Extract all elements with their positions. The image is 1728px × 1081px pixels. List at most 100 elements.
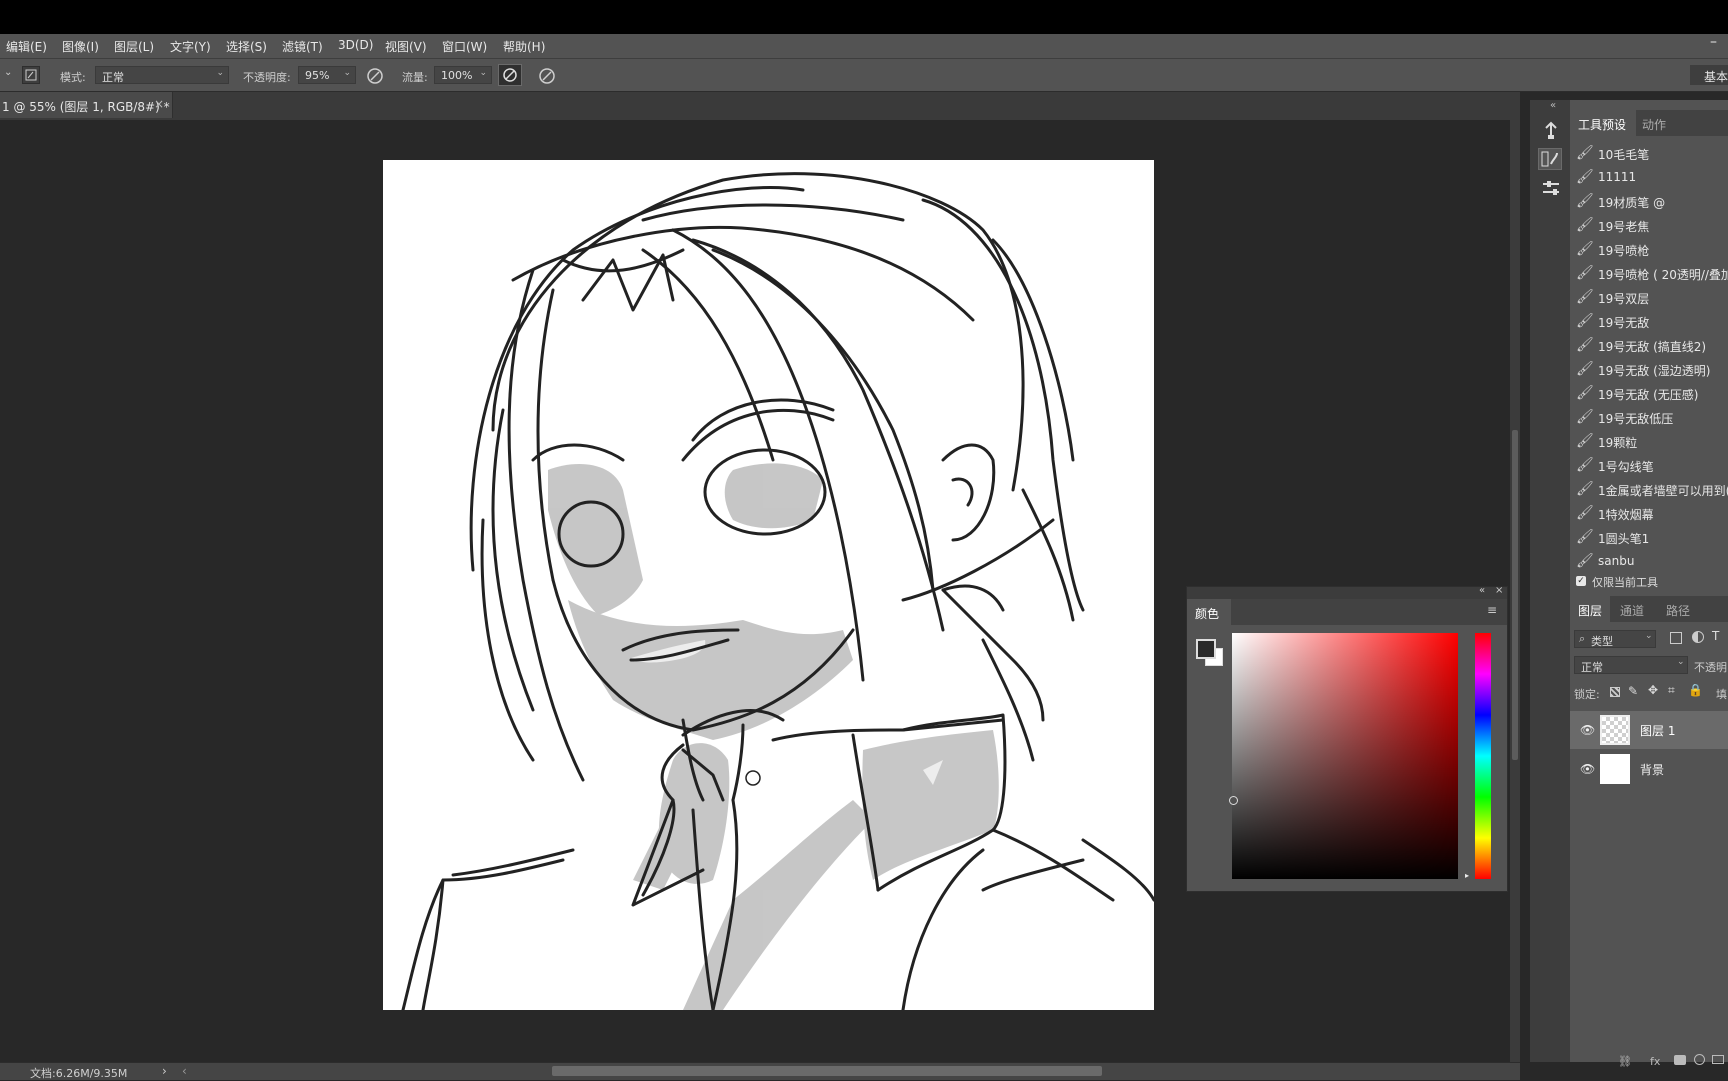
layer-name[interactable]: 背景 [1640, 761, 1664, 778]
pressure-opacity-icon[interactable] [366, 67, 384, 88]
mode-select[interactable]: 正常 ⌄ [95, 66, 229, 84]
horizontal-scroll-thumb[interactable] [552, 1066, 1102, 1076]
filter-pixel-layer-icon[interactable] [1670, 632, 1682, 644]
menu-filter[interactable]: 滤镜(T) [282, 38, 323, 55]
menu-image[interactable]: 图像(I) [62, 38, 99, 55]
lock-artboard-icon[interactable]: ⌗ [1668, 683, 1675, 698]
checkbox-checked-icon[interactable]: ✓ [1576, 576, 1586, 586]
workspace-label: 基本 [1704, 70, 1728, 84]
preset-item[interactable]: 🖌 19号无敌 (搞直线2) [1570, 334, 1728, 358]
document-size: 文档:6.26M/9.35M [30, 1067, 128, 1080]
scroll-left-icon[interactable]: ‹ [182, 1064, 187, 1078]
brush-icon: 🖌 [1576, 313, 1594, 329]
menu-3d[interactable]: 3D(D) [338, 38, 373, 52]
status-menu-chevron-icon[interactable]: › [162, 1064, 167, 1078]
menu-help[interactable]: 帮助(H) [503, 38, 545, 55]
menu-type[interactable]: 文字(Y) [170, 38, 211, 55]
document-tab-title: 1 @ 55% (图层 1, RGB/8#) * [2, 100, 170, 114]
minimize-icon[interactable]: – [1710, 34, 1717, 50]
close-icon[interactable]: × [1495, 585, 1503, 596]
preset-item[interactable]: 🖌 10毛毛笔 [1570, 142, 1728, 166]
lock-pixels-icon[interactable]: ✎ [1628, 684, 1638, 698]
preset-item[interactable]: 🖌 1圆头笔1 [1570, 526, 1728, 550]
layer-row[interactable]: 👁 图层 1 [1570, 711, 1728, 749]
chevron-down-icon: ⌄ [479, 68, 487, 78]
preset-item[interactable]: 🖌 19颗粒 [1570, 430, 1728, 454]
adjust-sliders-icon[interactable] [1540, 178, 1562, 200]
preset-item[interactable]: 🖌 1特效烟幕 [1570, 502, 1728, 526]
preset-item[interactable]: 🖌 1金属或者墙壁可以用到( [1570, 478, 1728, 502]
current-tool-only-option[interactable]: ✓ 仅限当前工具 [1576, 574, 1726, 590]
panel-header-bar[interactable]: « × [1187, 585, 1507, 599]
menu-view[interactable]: 视图(V) [385, 38, 427, 55]
flow-field[interactable]: 100% ⌄ [434, 66, 492, 84]
lock-all-icon[interactable]: 🔒 [1688, 683, 1703, 697]
document-tab[interactable]: 1 @ 55% (图层 1, RGB/8#) * × [0, 92, 173, 118]
preset-item[interactable]: 🖌 11111 [1570, 166, 1728, 190]
preset-item[interactable]: 🖌 1号勾线笔 [1570, 454, 1728, 478]
saturation-brightness-field[interactable] [1229, 633, 1458, 879]
tab-channels[interactable]: 通道 [1620, 602, 1644, 619]
hue-slider[interactable] [1475, 633, 1491, 879]
vertical-scrollbar[interactable] [1510, 120, 1520, 1062]
layer-filter-select[interactable]: ⌕ 类型 ⌄ [1574, 630, 1656, 648]
eye-icon[interactable]: 👁 [1580, 762, 1595, 776]
brush-icon: 🖌 [1576, 505, 1594, 521]
layer-name[interactable]: 图层 1 [1640, 722, 1675, 739]
layer-thumbnail [1600, 754, 1630, 784]
preset-item[interactable]: 🖌 19号无敌低压 [1570, 406, 1728, 430]
tab-layers[interactable]: 图层 [1578, 602, 1602, 619]
collapse-panels-icon[interactable]: « [1550, 100, 1556, 111]
preset-item[interactable]: 🖌 19号老焦 [1570, 214, 1728, 238]
preset-item[interactable]: 🖌 19号喷枪 ( 20透明//叠加 [1570, 262, 1728, 286]
menu-layer[interactable]: 图层(L) [114, 38, 154, 55]
menu-select[interactable]: 选择(S) [226, 38, 267, 55]
brush-presets-icon[interactable] [1538, 148, 1562, 170]
new-adjustment-icon[interactable] [1694, 1054, 1705, 1065]
close-icon[interactable]: × [154, 97, 164, 111]
preset-item[interactable]: 🖌 19号双层 [1570, 286, 1728, 310]
lock-transparent-icon[interactable] [1610, 687, 1620, 697]
tab-tool-presets[interactable]: 工具预设 [1578, 116, 1626, 133]
filter-type-layer-icon[interactable]: T [1712, 629, 1719, 643]
pressure-size-icon[interactable] [538, 67, 556, 88]
brush-icon: 🖌 [1576, 433, 1594, 449]
lock-position-icon[interactable]: ✥ [1648, 683, 1658, 697]
preset-item[interactable]: 🖌 19号无敌 [1570, 310, 1728, 334]
eye-icon[interactable]: 👁 [1580, 723, 1595, 737]
brush-icon: 🖌 [1576, 217, 1594, 233]
tab-actions[interactable]: 动作 [1642, 116, 1666, 133]
fx-icon[interactable]: fx [1650, 1055, 1660, 1068]
collapse-panel-icon[interactable]: « [1479, 585, 1485, 596]
preset-item[interactable]: 🖌 19号喷枪 [1570, 238, 1728, 262]
vertical-scroll-thumb[interactable] [1512, 430, 1518, 760]
filter-adjustment-layer-icon[interactable] [1692, 631, 1704, 643]
canvas[interactable] [383, 160, 1156, 1012]
preset-item[interactable]: 🖌 19号无敌 (湿边透明) [1570, 358, 1728, 382]
add-mask-icon[interactable] [1674, 1055, 1686, 1065]
hue-slider-handle-icon[interactable]: ▸ [1465, 871, 1469, 880]
menu-window[interactable]: 窗口(W) [442, 38, 487, 55]
panel-menu-icon[interactable]: ≡ [1487, 603, 1497, 617]
preset-item[interactable]: 🖌 19材质笔 @ [1570, 190, 1728, 214]
airbrush-toggle-icon[interactable] [498, 64, 522, 86]
tab-color[interactable]: 颜色 [1187, 599, 1231, 625]
history-brush-icon[interactable] [1540, 120, 1562, 142]
preset-item[interactable]: 🖌 19号无敌 (无压感) [1570, 382, 1728, 406]
foreground-color-swatch[interactable] [1196, 639, 1216, 659]
opacity-label: 不透明度: [243, 71, 291, 84]
blend-mode-select[interactable]: 正常 ⌄ [1574, 656, 1688, 674]
tool-dropdown-arrow-icon[interactable]: ⌄ [4, 67, 12, 78]
brush-icon: 🖌 [1576, 193, 1594, 209]
lock-label: 锁定: [1574, 688, 1600, 701]
brush-panel-toggle-icon[interactable] [22, 66, 40, 84]
new-group-icon[interactable] [1712, 1055, 1724, 1064]
menu-edit[interactable]: 编辑(E) [6, 38, 47, 55]
workspace-switcher[interactable]: 基本 [1690, 65, 1728, 85]
link-layers-icon[interactable]: ⛓ [1618, 1055, 1632, 1068]
layer-row[interactable]: 👁 背景 [1570, 750, 1728, 788]
opacity-field[interactable]: 95% ⌄ [298, 66, 356, 84]
tab-paths[interactable]: 路径 [1666, 602, 1690, 619]
title-bar [0, 0, 1728, 34]
preset-item[interactable]: 🖌 sanbu [1570, 550, 1728, 574]
